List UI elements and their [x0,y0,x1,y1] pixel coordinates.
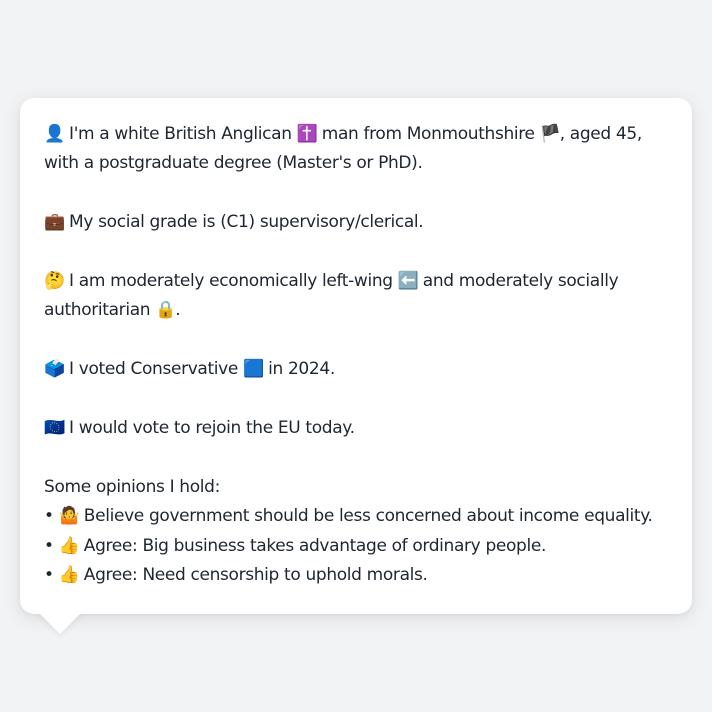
vote-text-1: I voted Conservative [64,359,244,380]
opinion-item: • 👍 Agree: Need censorship to uphold mor… [44,561,668,590]
vote-text-2: in 2024. [263,359,335,380]
social-grade-text: My social grade is (C1) supervisory/cler… [64,212,424,233]
lock-icon: 🔒 [155,300,177,321]
thumbs-up-icon: 👍 [58,535,80,556]
opinion-item: • 🤷 Believe government should be less co… [44,502,668,531]
opinions-section: Some opinions I hold: • 🤷 Believe govern… [44,473,668,591]
bubble-tail [38,612,82,634]
identity-text-1: I'm a white British Anglican [64,124,297,144]
eu-flag-icon: 🇪🇺 [44,418,65,438]
eu-paragraph: 🇪🇺 I would vote to rejoin the EU today. [44,414,668,443]
thinking-face-icon: 🤔 [44,271,65,291]
opinion-text: Agree: Need censorship to uphold morals. [78,565,428,586]
identity-text-2: man from Monmouthshire [316,124,540,144]
thumbs-up-icon: 👍 [58,565,80,586]
bullet: • [44,506,54,527]
ballot-box-icon: 🗳️ [44,359,65,380]
profile-message-bubble: 👤 I'm a white British Anglican ✝️ man fr… [20,98,692,614]
left-arrow-icon: ⬅️ [397,271,419,291]
shrug-icon: 🤷 [58,506,80,527]
politics-text-1: I am moderately economically left-wing [64,271,398,291]
blue-square-icon: 🟦 [243,359,264,380]
briefcase-icon: 💼 [44,212,65,233]
opinion-item: • 👍 Agree: Big business takes advantage … [44,532,668,561]
opinion-text: Agree: Big business takes advantage of o… [78,535,547,556]
bullet: • [44,565,54,586]
politics-text-3: . [175,300,181,321]
opinions-heading: Some opinions I hold: [44,476,220,497]
wales-flag-icon: 🏴 [539,124,561,144]
eu-text: I would vote to rejoin the EU today. [64,418,355,438]
latin-cross-icon: ✝️ [296,124,318,144]
politics-paragraph: 🤔 I am moderately economically left-wing… [44,267,668,326]
person-silhouette-icon: 👤 [44,124,65,144]
identity-paragraph: 👤 I'm a white British Anglican ✝️ man fr… [44,120,668,179]
opinion-text: Believe government should be less concer… [78,506,653,527]
social-grade-paragraph: 💼 My social grade is (C1) supervisory/cl… [44,208,668,237]
bullet: • [44,535,54,556]
vote-paragraph: 🗳️ I voted Conservative 🟦 in 2024. [44,355,668,384]
